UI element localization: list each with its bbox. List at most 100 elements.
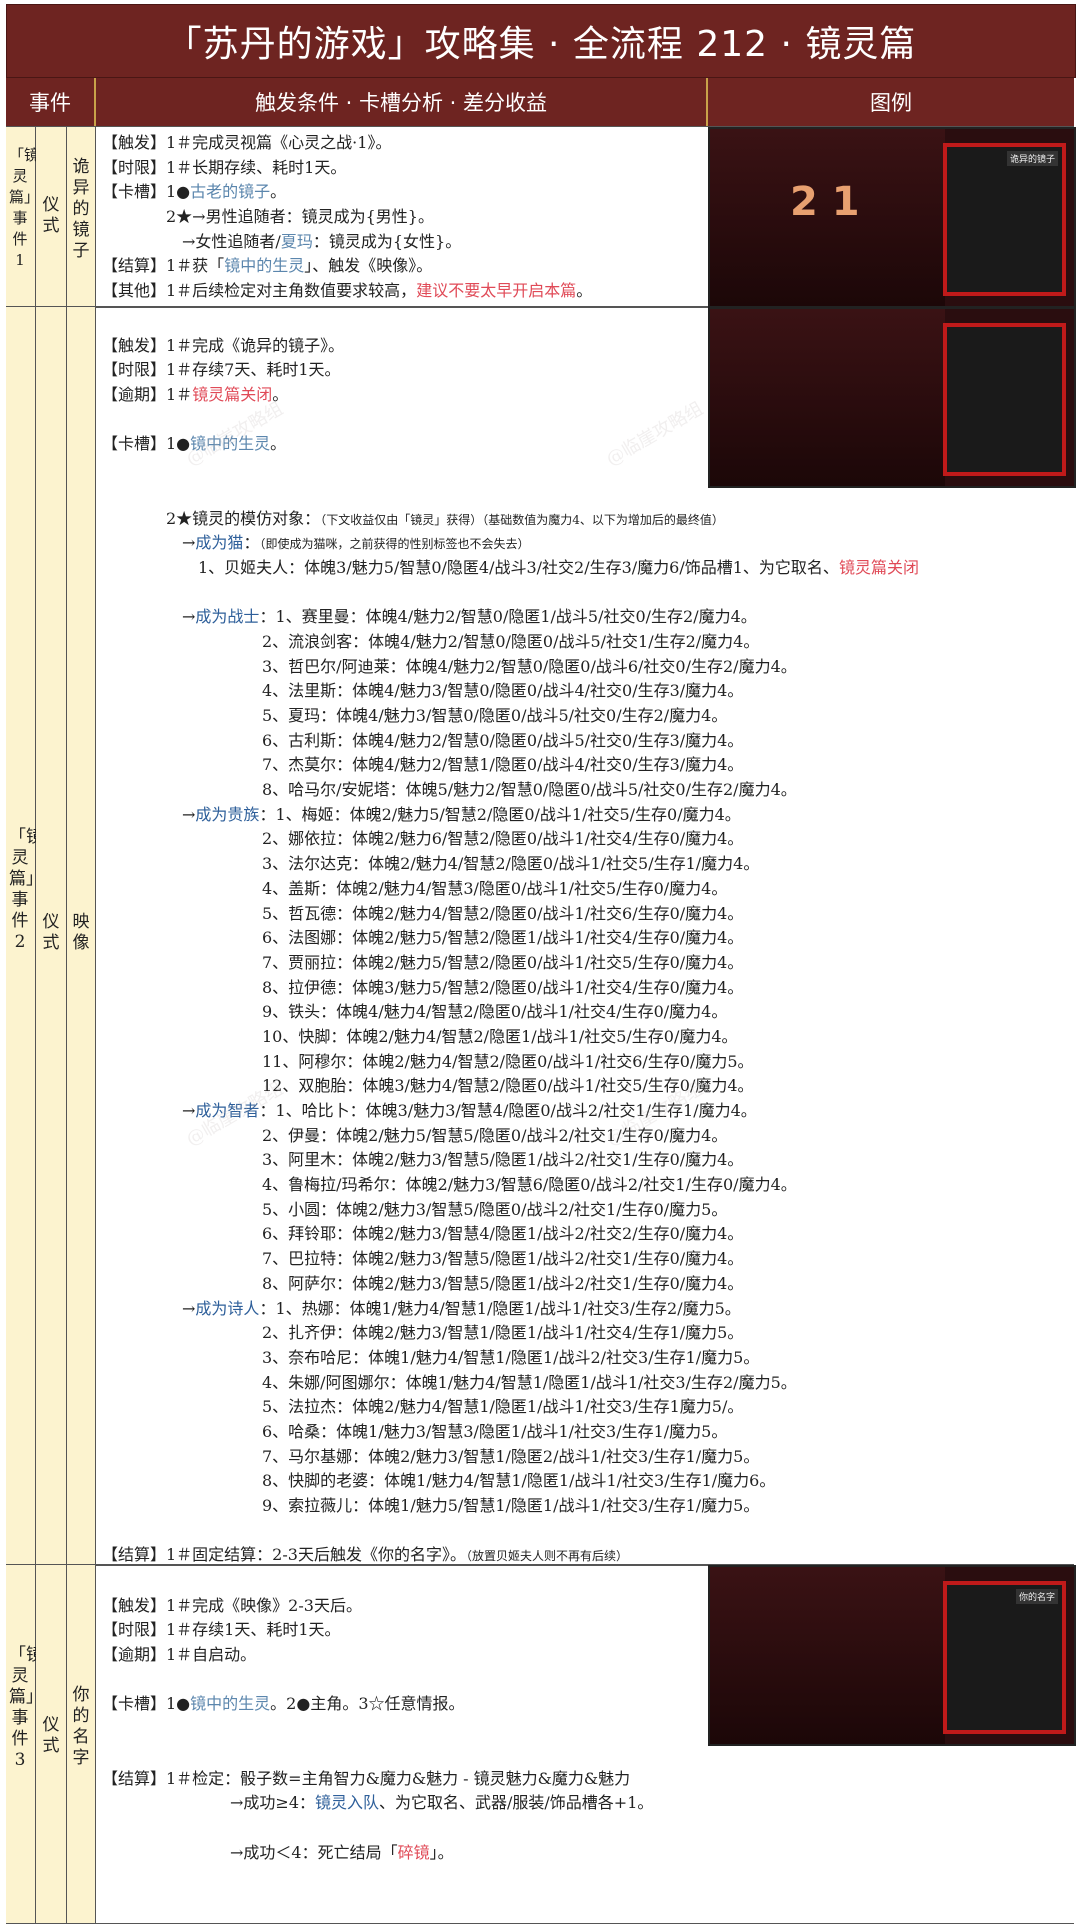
content-line: 【时限】1＃存续1天、耗时1天。	[102, 1618, 653, 1643]
content-line: 3、法尔达克：体魄2/魅力4/智慧2/隐匿0/战斗1/社交5/生存1/魔力4。	[102, 852, 919, 877]
line-text: 【结算】1＃获「	[102, 256, 225, 276]
row2-col3: 映像	[72, 912, 90, 953]
line-text: 【时限】1＃存续7天、耗时1天。	[102, 360, 341, 380]
line-text: 【逾期】1＃	[102, 385, 193, 405]
content-line: →成为战士：1、赛里曼：体魄4/魅力2/智慧0/隐匿1/战斗5/社交0/生存2/…	[102, 605, 919, 630]
page-title: 「苏丹的游戏」攻略集 · 全流程 212 · 镜灵篇	[6, 4, 1076, 78]
row3-content: 【触发】1＃完成《映像》2-3天后。 【时限】1＃存续1天、耗时1天。【逾期】1＃…	[102, 1569, 653, 1865]
content-line: 6、哈桑：体魄1/魅力3/智慧3/隐匿1/战斗1/社交3/生存1/魔力5。	[102, 1420, 919, 1445]
content-line: 9、铁头：体魄4/魅力4/智慧2/隐匿0/战斗1/社交4/生存0/魔力4。	[102, 1000, 919, 1025]
highlight-text: 镜中的生灵	[190, 1694, 271, 1714]
content-line: 6、法图娜：体魄2/魅力5/智慧2/隐匿1/战斗1/社交4/生存0/魔力4。	[102, 926, 919, 951]
line-text: 9、铁头：体魄4/魅力4/智慧2/隐匿0/战斗1/社交4/生存0/魔力4。	[102, 1002, 728, 1022]
content-line: 8、拉伊德：体魄3/魅力5/智慧2/隐匿0/战斗1/社交4/生存0/魔力4。	[102, 976, 919, 1001]
line-text: 7、马尔基娜：体魄2/魅力3/智慧1/隐匿2/战斗1/社交3/生存1/魔力5。	[102, 1446, 760, 1466]
line-text: 【触发】1＃完成《诡异的镜子》。	[102, 335, 345, 355]
content-line: 10、快脚：体魄2/魅力4/智慧2/隐匿1/战斗1/社交5/生存0/魔力4。	[102, 1025, 919, 1050]
content-line: 8、快脚的老婆：体魄1/魅力4/智慧1/隐匿1/战斗1/社交3/生存1/魔力6。	[102, 1469, 919, 1494]
line-text: 、为它取名、武器/服装/饰品槽各+1。	[379, 1793, 654, 1813]
line-text: 2、娜依拉：体魄2/魅力6/智慧2/隐匿0/战斗1/社交4/生存0/魔力4。	[102, 829, 744, 849]
line-text: 3、法尔达克：体魄2/魅力4/智慧2/隐匿0/战斗1/社交5/生存1/魔力4。	[102, 854, 760, 874]
content-line: 2、流浪剑客：体魄4/魅力2/智慧0/隐匿0/战斗5/社交1/生存2/魔力4。	[102, 630, 919, 655]
highlight-text: 碎镜	[397, 1842, 430, 1862]
content-line: →成功＜4：死亡结局「碎镜」。	[102, 1841, 653, 1866]
line-text: 【其他】1＃后续检定对主角数值要求较高，	[102, 281, 417, 301]
line-text: 5、小圆：体魄2/魅力3/智慧5/隐匿0/战斗2/社交1/生存0/魔力5。	[102, 1199, 728, 1219]
figure-screenshot-2	[708, 307, 1076, 488]
line-text: 10、快脚：体魄2/魅力4/智慧2/隐匿1/战斗1/社交5/生存0/魔力4。	[102, 1026, 738, 1046]
line-text: 8、阿萨尔：体魄2/魅力3/智慧5/隐匿1/战斗2/社交1/生存0/魔力4。	[102, 1273, 744, 1293]
content-line	[102, 581, 919, 606]
content-line: 3、阿里木：体魄2/魅力3/智慧5/隐匿1/战斗2/社交1/生存0/魔力4。	[102, 1148, 919, 1173]
line-text: 【卡槽】1●	[102, 434, 191, 454]
content-line	[102, 1519, 919, 1544]
content-line: →成功≥4：镜灵入队、为它取名、武器/服装/饰品槽各+1。	[102, 1791, 653, 1816]
content-line: 9、索拉薇儿：体魄1/魅力5/智慧1/隐匿1/战斗1/社交3/生存1/魔力5。	[102, 1494, 919, 1519]
content-line: 1、贝姬夫人：体魄3/魅力5/智慧0/隐匿4/战斗3/社交2/生存3/魔力6/饰…	[102, 556, 919, 581]
content-line: 3、哲巴尔/阿迪莱：体魄4/魅力2/智慧0/隐匿0/战斗6/社交0/生存2/魔力…	[102, 655, 919, 680]
row3-col2: 仪式	[42, 1715, 60, 1756]
content-line: 【结算】1＃获「镜中的生灵」、触发《映像》。	[102, 254, 592, 279]
content-line: 2★→男性追随者：镜灵成为{男性}。	[102, 205, 592, 230]
line-text: 4、盖斯：体魄2/魅力4/智慧3/隐匿0/战斗1/社交5/生存0/魔力4。	[102, 878, 728, 898]
figure-tag-1: 诡异的镜子	[1006, 151, 1058, 166]
line-text: →	[102, 533, 196, 553]
line-text: →成功＜4：死亡结局「	[102, 1842, 398, 1862]
content-line: 7、巴拉特：体魄2/魅力3/智慧5/隐匿1/战斗2/社交1/生存0/魔力4。	[102, 1247, 919, 1272]
line-text: 1、贝姬夫人：体魄3/魅力5/智慧0/隐匿4/战斗3/社交2/生存3/魔力6/饰…	[102, 557, 839, 577]
line-text: 。	[270, 434, 287, 454]
highlight-text: 夏玛	[280, 231, 313, 251]
line-text: 【触发】1＃完成灵视篇《心灵之战·1》。	[102, 133, 392, 152]
content-line	[102, 1742, 653, 1767]
highlight-text: 古老的镜子	[190, 182, 271, 202]
content-line: 4、盖斯：体魄2/魅力4/智慧3/隐匿0/战斗1/社交5/生存0/魔力4。	[102, 877, 919, 902]
line-text: 8、拉伊德：体魄3/魅力5/智慧2/隐匿0/战斗1/社交4/生存0/魔力4。	[102, 977, 744, 997]
highlight-text: 镜中的生灵	[224, 256, 305, 276]
highlight-text: 成为诗人	[195, 1298, 260, 1318]
row1-col2: 仪式	[42, 195, 60, 236]
line-text: 【时限】1＃长期存续、耗时1天。	[102, 157, 347, 177]
row2-col2: 仪式	[42, 912, 60, 953]
line-text: 6、法图娜：体魄2/魅力5/智慧2/隐匿1/战斗1/社交4/生存0/魔力4。	[102, 928, 744, 948]
line-text: 2、流浪剑客：体魄4/魅力2/智慧0/隐匿0/战斗5/社交1/生存2/魔力4。	[102, 631, 760, 651]
content-line: 4、朱娜/阿图娜尔：体魄1/魅力4/智慧1/隐匿1/战斗1/社交3/生存2/魔力…	[102, 1371, 919, 1396]
line-text: 11、阿穆尔：体魄2/魅力4/智慧2/隐匿0/战斗1/社交6/生存0/魔力5。	[102, 1051, 754, 1071]
content-line: 12、双胞胎：体魄3/魅力4/智慧2/隐匿0/战斗1/社交5/生存0/魔力4。	[102, 1074, 919, 1099]
line-text: →	[102, 1101, 196, 1120]
line-text: 5、哲瓦德：体魄2/魅力4/智慧2/隐匿0/战斗1/社交6/生存0/魔力4。	[102, 903, 744, 923]
line-text: 【时限】1＃存续1天、耗时1天。	[102, 1620, 341, 1640]
content-line: →成为贵族：1、梅姬：体魄2/魅力5/智慧2/隐匿0/战斗1/社交5/生存0/魔…	[102, 803, 919, 828]
figure-screenshot-3: 你的名字	[708, 1565, 1076, 1746]
content-line: 11、阿穆尔：体魄2/魅力4/智慧2/隐匿0/战斗1/社交6/生存0/魔力5。	[102, 1050, 919, 1075]
line-text: 5、法拉杰：体魄2/魅力4/智慧1/隐匿1/战斗1/社交3/生存1魔力5/。	[102, 1397, 744, 1417]
content-line: 【卡槽】1●古老的镜子。	[102, 180, 592, 205]
content-line: 4、法里斯：体魄4/魅力3/智慧0/隐匿0/战斗4/社交0/生存3/魔力4。	[102, 679, 919, 704]
content-line	[102, 1816, 653, 1841]
line-text: （即使成为猫咪，之前获得的性别标签也不会失去）	[259, 537, 530, 552]
line-text: 7、杰莫尔：体魄4/魅力2/智慧1/隐匿0/战斗4/社交0/生存3/魔力4。	[102, 755, 744, 775]
content-line: 【其他】1＃后续检定对主角数值要求较高，建议不要太早开启本篇。	[102, 279, 592, 304]
content-line: 【触发】1＃完成《映像》2-3天后。	[102, 1594, 653, 1619]
content-line: 2★镜灵的模仿对象：（下文收益仅由「镜灵」获得）（基础数值为魔力4、以下为增加后…	[102, 507, 919, 532]
figure-numbers: 2 1	[790, 179, 860, 225]
content-line	[102, 1717, 653, 1742]
line-text: ：1、梅姬：体魄2/魅力5/智慧2/隐匿0/战斗1/社交5/生存0/魔力4。	[259, 804, 741, 824]
row1-col1: 「镜灵篇」事件1	[9, 146, 40, 269]
row3-col1: 「镜灵篇」事件3	[9, 1645, 43, 1770]
line-text: 。	[270, 182, 287, 202]
line-text: 【结算】1＃检定：骰子数=主角智力&魔力&魅力 - 镜灵魅力&魔力&魅力	[102, 1768, 631, 1788]
line-text: 6、哈桑：体魄1/魅力3/智慧3/隐匿1/战斗1/社交3/生存1/魔力5。	[102, 1421, 728, 1441]
content-line: 7、杰莫尔：体魄4/魅力2/智慧1/隐匿0/战斗4/社交0/生存3/魔力4。	[102, 753, 919, 778]
line-text: 」。	[429, 1842, 454, 1862]
row3-col3: 你的名字	[72, 1685, 90, 1768]
content-line: 【逾期】1＃自启动。	[102, 1643, 653, 1668]
figure-tag-3: 你的名字	[1015, 1589, 1058, 1604]
content-line: 4、鲁梅拉/玛希尔：体魄2/魅力3/智慧6/隐匿0/战斗2/社交1/生存0/魔力…	[102, 1173, 919, 1198]
line-text: 6、拜铃耶：体魄2/魅力3/智慧4/隐匿1/战斗2/社交2/生存0/魔力4。	[102, 1224, 744, 1244]
highlight-text: 镜灵篇关闭	[838, 557, 919, 577]
line-text: 」、触发《映像》。	[304, 256, 433, 276]
highlight-text: 镜灵篇关闭	[192, 385, 273, 405]
line-text: 5、夏玛：体魄4/魅力3/智慧0/隐匿0/战斗5/社交0/生存2/魔力4。	[102, 706, 728, 725]
line-text: 8、哈马尔/安妮塔：体魄5/魅力2/智慧0/隐匿0/战斗5/社交0/生存2/魔力…	[102, 780, 797, 800]
line-text: ：1、热娜：体魄1/魅力4/智慧1/隐匿1/战斗1/社交3/生存2/魔力5。	[259, 1298, 741, 1318]
